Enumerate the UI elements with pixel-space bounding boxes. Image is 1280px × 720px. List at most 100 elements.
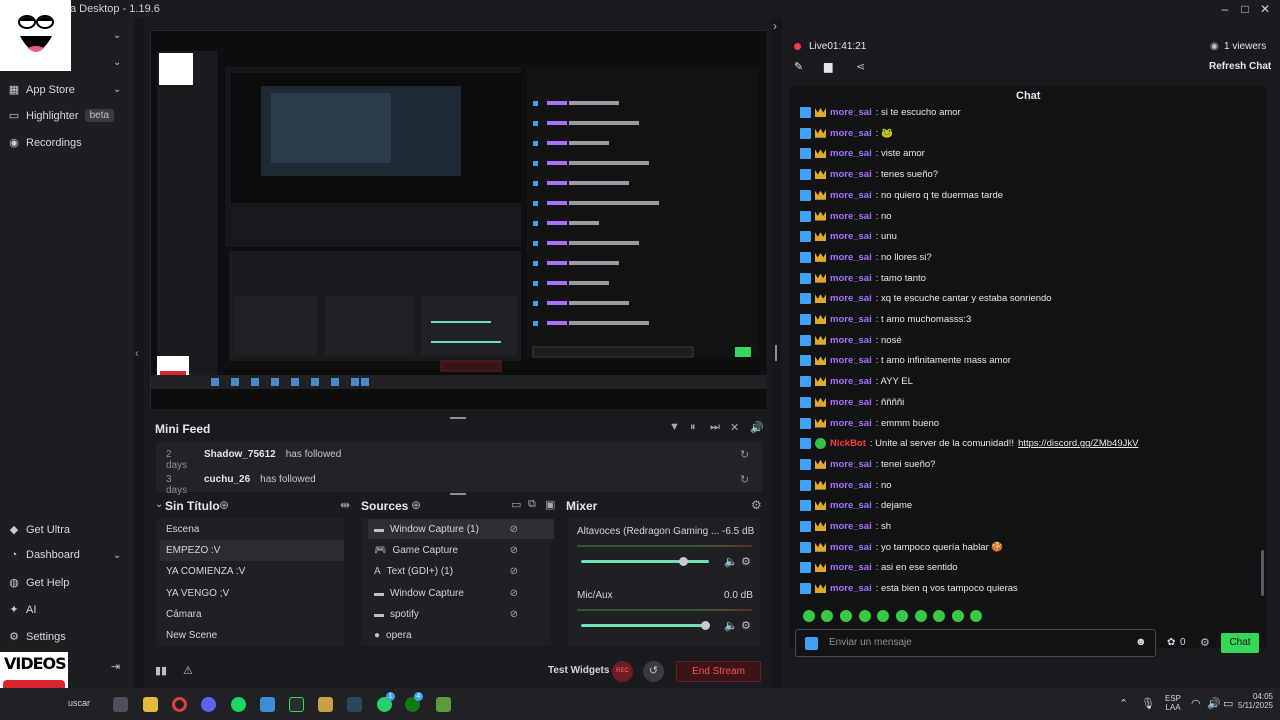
minecraft-icon[interactable]	[436, 697, 451, 712]
chat-username[interactable]: more_sai	[830, 314, 872, 325]
splitter-handle[interactable]	[450, 493, 466, 495]
volume-slider[interactable]	[581, 560, 709, 563]
scene-item[interactable]: New Scene	[166, 630, 217, 641]
record-button[interactable]: REC	[612, 661, 633, 682]
refresh-chat-button[interactable]: Refresh Chat	[1209, 61, 1271, 72]
emote-icon[interactable]	[933, 610, 945, 622]
emote-icon[interactable]	[877, 610, 889, 622]
clock[interactable]: 04:05 5/11/2025	[1229, 692, 1273, 710]
folder-icon[interactable]: ▆	[824, 60, 832, 73]
minimize-icon[interactable]: –	[1218, 2, 1232, 16]
chat-username[interactable]: more_sai	[830, 376, 872, 387]
gear-icon[interactable]: ⚙	[751, 498, 762, 512]
chat-username[interactable]: more_sai	[830, 583, 872, 594]
sidebar-item-settings[interactable]: ⚙ Settings	[8, 630, 66, 644]
folder-add-icon[interactable]: ▣	[545, 498, 555, 511]
emote-icon[interactable]	[915, 610, 927, 622]
visibility-icon[interactable]: ⊘	[510, 609, 518, 620]
sidebar-item-recordings[interactable]: ◉ Recordings	[8, 136, 81, 150]
collapse-icon[interactable]: ⇹	[340, 498, 350, 512]
chat-username[interactable]: more_sai	[830, 335, 872, 346]
emoji-icon[interactable]: ☻	[1135, 636, 1147, 648]
streamlabs-icon[interactable]	[289, 697, 304, 712]
collapse-left-icon[interactable]: ‹	[135, 346, 139, 360]
emote-icon[interactable]	[896, 610, 908, 622]
spotify-icon[interactable]	[231, 697, 246, 712]
close-icon[interactable]: ✕	[1258, 2, 1272, 16]
emote-icon[interactable]	[970, 610, 982, 622]
splitter-handle[interactable]	[450, 417, 466, 419]
volume-icon[interactable]: 🔊	[750, 421, 764, 434]
chevron-right-icon[interactable]: ›	[773, 19, 777, 33]
opera-icon[interactable]	[172, 697, 187, 712]
scene-item[interactable]: YA VENGO ;V	[166, 588, 229, 599]
chat-username[interactable]: more_sai	[830, 107, 872, 118]
scene-item[interactable]: Escena	[166, 524, 199, 535]
filter-icon[interactable]: ▼	[669, 421, 680, 433]
chat-send-button[interactable]: Chat	[1221, 633, 1259, 653]
skip-icon[interactable]: ⏭	[710, 421, 720, 434]
volume-icon[interactable]: 🔈	[724, 555, 738, 568]
wifi-icon[interactable]: ◠	[1191, 697, 1201, 710]
source-item[interactable]: ● opera	[368, 625, 554, 645]
source-item[interactable]: 🎮 Game Capture ⊘	[368, 540, 554, 560]
chat-username[interactable]: more_sai	[830, 190, 872, 201]
emote-icon[interactable]	[803, 610, 815, 622]
input-language[interactable]: ESP LAA	[1165, 694, 1181, 712]
store-icon[interactable]	[113, 697, 128, 712]
sidebar-item-app-store[interactable]: ▦ App Store	[8, 83, 75, 97]
pause-icon[interactable]: ⏸	[690, 421, 696, 434]
replay-buffer-button[interactable]: ↺	[643, 661, 664, 682]
photos-icon[interactable]	[260, 697, 275, 712]
chevron-down-icon[interactable]: ⌄	[113, 84, 121, 95]
splitter-handle[interactable]	[775, 345, 777, 361]
app-icon[interactable]	[318, 697, 333, 712]
visibility-icon[interactable]: ⊘	[510, 588, 518, 599]
sidebar-item-dashboard[interactable]: ◔ Dashboard	[8, 549, 80, 561]
chat-username[interactable]: more_sai	[830, 480, 872, 491]
chat-username[interactable]: more_sai	[830, 128, 872, 139]
stream-preview[interactable]	[150, 30, 767, 409]
chevron-down-icon[interactable]: ⌄	[113, 30, 121, 41]
visibility-icon[interactable]: ⊘	[510, 545, 518, 556]
chat-input[interactable]: Enviar un mensaje ☻	[795, 629, 1156, 657]
chat-username[interactable]: more_sai	[830, 293, 872, 304]
group-icon[interactable]: ⧉	[528, 498, 536, 511]
sidebar-item-ai[interactable]: ✦ AI	[8, 603, 36, 617]
chat-username[interactable]: more_sai	[830, 169, 872, 180]
taskbar-search[interactable]: uscar	[68, 698, 90, 708]
add-source-icon[interactable]: ⊕	[411, 498, 421, 512]
emote-icon[interactable]	[859, 610, 871, 622]
chevron-down-icon[interactable]: ⌄	[155, 499, 163, 510]
emote-icon[interactable]	[952, 610, 964, 622]
chat-username[interactable]: NickBot	[830, 438, 866, 449]
add-scene-icon[interactable]: ⊕	[219, 498, 229, 512]
chevron-down-icon[interactable]: ⌄	[113, 550, 121, 561]
chat-username[interactable]: more_sai	[830, 231, 872, 242]
alert-icon[interactable]: ⚠	[183, 664, 193, 677]
emote-icon[interactable]	[821, 610, 833, 622]
mic-icon[interactable]: 🎙	[1141, 697, 1155, 710]
source-item[interactable]: ▬ spotify ⊘	[368, 604, 554, 624]
replay-icon[interactable]: ↻	[740, 473, 749, 486]
mute-alerts-icon[interactable]: ✕	[730, 421, 739, 434]
discord-icon[interactable]	[201, 697, 216, 712]
chat-username[interactable]: more_sai	[830, 521, 872, 532]
visibility-icon[interactable]: ⊘	[510, 566, 518, 577]
scene-item[interactable]: YA COMIENZA :V	[166, 566, 245, 577]
gear-icon[interactable]: ⚙	[741, 555, 751, 568]
sidebar-item-get-help[interactable]: ◍ Get Help	[8, 576, 69, 590]
source-item[interactable]: A Text (GDI+) (1) ⊘	[368, 561, 554, 581]
volume-slider[interactable]	[581, 624, 709, 627]
volume-icon[interactable]: 🔈	[724, 619, 738, 632]
emote-icon[interactable]	[840, 610, 852, 622]
speaker-icon[interactable]: 🔊	[1207, 697, 1221, 710]
scene-item[interactable]: Cámara	[166, 609, 202, 620]
visibility-icon[interactable]: ⊘	[510, 524, 518, 535]
avatar[interactable]	[0, 0, 71, 71]
chat-username[interactable]: more_sai	[830, 542, 872, 553]
logout-icon[interactable]: ⇥	[111, 660, 120, 673]
end-stream-button[interactable]: End Stream	[676, 661, 761, 682]
chevron-down-icon[interactable]: ⌄	[113, 57, 121, 68]
replay-icon[interactable]: ↻	[740, 448, 749, 461]
